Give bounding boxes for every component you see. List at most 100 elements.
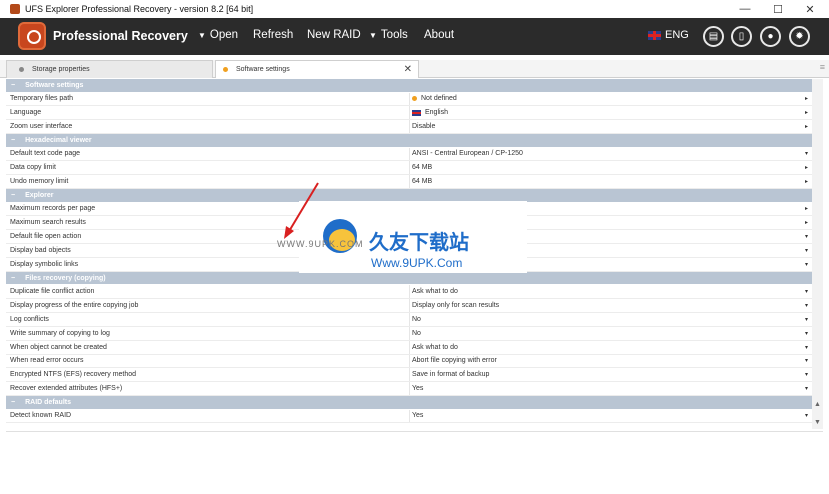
menu-new-raid[interactable]: New RAID xyxy=(307,29,361,41)
tab-list-icon[interactable]: ≡ xyxy=(820,62,825,72)
settings-row[interactable]: Data copy limit 64 MB ▸ xyxy=(6,161,812,176)
tab-status-dot-icon xyxy=(19,67,24,72)
scroll-up-icon[interactable]: ▲ xyxy=(814,401,821,408)
row-key: Data copy limit xyxy=(10,164,56,172)
close-tab-icon[interactable]: ✕ xyxy=(404,64,412,75)
settings-row[interactable]: Zoom user interface Disable ▸ xyxy=(6,120,812,135)
watermark: 久友下载站 Www.9UPK.Com WWW.9UPK.COM xyxy=(277,201,527,273)
menu-tools[interactable]: ▼ Tools xyxy=(369,29,408,41)
row-dropdown-icon[interactable]: ▾ xyxy=(805,412,808,419)
maximize-button[interactable]: ☐ xyxy=(763,0,793,18)
settings-row[interactable]: Display progress of the entire copying j… xyxy=(6,299,812,313)
row-key: Display progress of the entire copying j… xyxy=(10,302,139,310)
brand-name: Professional Recovery xyxy=(53,29,188,43)
row-dropdown-icon[interactable]: ▾ xyxy=(805,150,808,157)
settings-row[interactable]: Duplicate file conflict action Ask what t… xyxy=(6,285,812,300)
section-header[interactable]: − Files recovery (copying) xyxy=(6,271,812,286)
row-dropdown-icon[interactable]: ▾ xyxy=(805,288,808,295)
settings-row[interactable]: Encrypted NTFS (EFS) recovery method Save… xyxy=(6,368,812,383)
drive-icon[interactable]: ▤ xyxy=(703,26,724,47)
settings-row[interactable]: Language English ▸ xyxy=(6,106,812,121)
title-bar: UFS Explorer Professional Recovery - ver… xyxy=(0,0,829,18)
menu-new-raid-label: New RAID xyxy=(307,29,361,41)
section-header[interactable]: − Hexadecimal viewer xyxy=(6,134,812,148)
row-value[interactable]: Abort file copying with error xyxy=(412,357,497,364)
row-arrow-icon[interactable]: ▸ xyxy=(805,205,808,212)
uk-flag-icon xyxy=(648,30,661,40)
section-header[interactable]: − Software settings xyxy=(6,79,812,93)
row-value[interactable]: 64 MB xyxy=(412,164,432,171)
row-dropdown-icon[interactable]: ▾ xyxy=(805,344,808,351)
row-value[interactable]: No xyxy=(412,330,421,337)
row-value[interactable]: Display only for scan results xyxy=(412,302,499,309)
row-arrow-icon[interactable]: ▸ xyxy=(805,178,808,185)
minimize-button[interactable]: — xyxy=(730,0,760,18)
red-arrow-icon xyxy=(284,182,319,239)
row-dropdown-icon[interactable]: ▾ xyxy=(805,316,808,323)
language-selector[interactable]: ENG xyxy=(648,29,689,41)
row-arrow-icon[interactable]: ▸ xyxy=(805,219,808,226)
settings-row[interactable]: Write summary of copying to log No ▾ xyxy=(6,326,812,341)
menu-about[interactable]: About xyxy=(424,29,454,41)
user-icon[interactable]: ● xyxy=(760,26,781,47)
menu-open[interactable]: ▼ Open xyxy=(198,29,238,41)
tab-storage-properties[interactable]: Storage properties xyxy=(6,60,213,78)
row-arrow-icon[interactable]: ▸ xyxy=(805,123,808,130)
row-value[interactable]: Disable xyxy=(412,123,435,130)
row-key: Detect known RAID xyxy=(10,412,72,420)
row-arrow-icon[interactable]: ▸ xyxy=(805,95,808,102)
row-key: Language xyxy=(10,109,42,117)
settings-row[interactable]: Temporary files path Not defined ▸ xyxy=(6,92,812,107)
row-value[interactable]: English xyxy=(412,109,448,116)
settings-row[interactable]: Log conflicts No ▾ xyxy=(6,312,812,327)
menu-refresh[interactable]: Refresh xyxy=(253,29,293,41)
tab-software-settings[interactable]: Software settings ✕ xyxy=(215,60,419,78)
vertical-scrollbar[interactable]: ▲ ▼ xyxy=(812,79,823,429)
row-dropdown-icon[interactable]: ▾ xyxy=(805,357,808,364)
row-value[interactable]: Save in format of backup xyxy=(412,371,489,378)
settings-row[interactable]: Default text code page ANSI - Central Eur… xyxy=(6,147,812,162)
row-dropdown-icon[interactable]: ▾ xyxy=(805,261,808,268)
row-key: Duplicate file conflict action xyxy=(10,288,95,296)
row-value[interactable]: No xyxy=(412,316,421,323)
settings-row[interactable]: Detect known RAID Yes ▾ xyxy=(6,409,812,424)
row-dropdown-icon[interactable]: ▾ xyxy=(805,385,808,392)
row-key: Maximum records per page xyxy=(10,205,96,213)
row-key: When object cannot be created xyxy=(10,343,107,351)
row-dropdown-icon[interactable]: ▾ xyxy=(805,371,808,378)
row-arrow-icon[interactable]: ▸ xyxy=(805,109,808,116)
uk-flag-icon xyxy=(412,109,421,116)
row-arrow-icon[interactable]: ▸ xyxy=(805,164,808,171)
row-value[interactable]: Yes xyxy=(412,412,423,419)
row-dropdown-icon[interactable]: ▾ xyxy=(805,233,808,240)
tab-label: Storage properties xyxy=(32,66,90,73)
row-value[interactable]: Not defined xyxy=(412,95,457,102)
row-value[interactable]: ANSI - Central European / CP-1250 xyxy=(412,150,523,157)
language-label: ENG xyxy=(665,29,689,41)
panels-icon[interactable]: ▯ xyxy=(731,26,752,47)
gear-icon[interactable]: ✹ xyxy=(789,26,810,47)
settings-row[interactable]: Recover extended attributes (HFS+) Yes ▾ xyxy=(6,382,812,397)
settings-row[interactable]: Undo memory limit 64 MB ▸ xyxy=(6,175,812,190)
brand-logo-icon xyxy=(18,22,46,50)
row-key: Recover extended attributes (HFS+) xyxy=(10,385,123,393)
settings-row[interactable]: When read error occurs Abort file copying… xyxy=(6,354,812,369)
collapse-icon: − xyxy=(11,274,16,282)
menu-tools-label: Tools xyxy=(380,29,408,41)
settings-row[interactable]: When object cannot be created Ask what to… xyxy=(6,340,812,355)
row-key: Temporary files path xyxy=(10,95,74,103)
section-header[interactable]: − RAID defaults xyxy=(6,396,812,410)
row-value[interactable]: 64 MB xyxy=(412,178,432,185)
watermark-url: Www.9UPK.Com xyxy=(371,256,463,270)
row-value[interactable]: Ask what to do xyxy=(412,344,458,351)
close-button[interactable]: ✕ xyxy=(795,0,825,18)
row-dropdown-icon[interactable]: ▾ xyxy=(805,302,808,309)
row-dropdown-icon[interactable]: ▾ xyxy=(805,330,808,337)
row-value[interactable]: Yes xyxy=(412,385,423,392)
scroll-down-icon[interactable]: ▼ xyxy=(814,419,821,426)
row-value[interactable]: Ask what to do xyxy=(412,288,458,295)
warning-dot-icon xyxy=(412,96,417,102)
app-icon xyxy=(10,4,20,14)
row-dropdown-icon[interactable]: ▾ xyxy=(805,247,808,254)
main-toolbar: Professional Recovery ▼ Open Refresh New … xyxy=(0,18,829,55)
